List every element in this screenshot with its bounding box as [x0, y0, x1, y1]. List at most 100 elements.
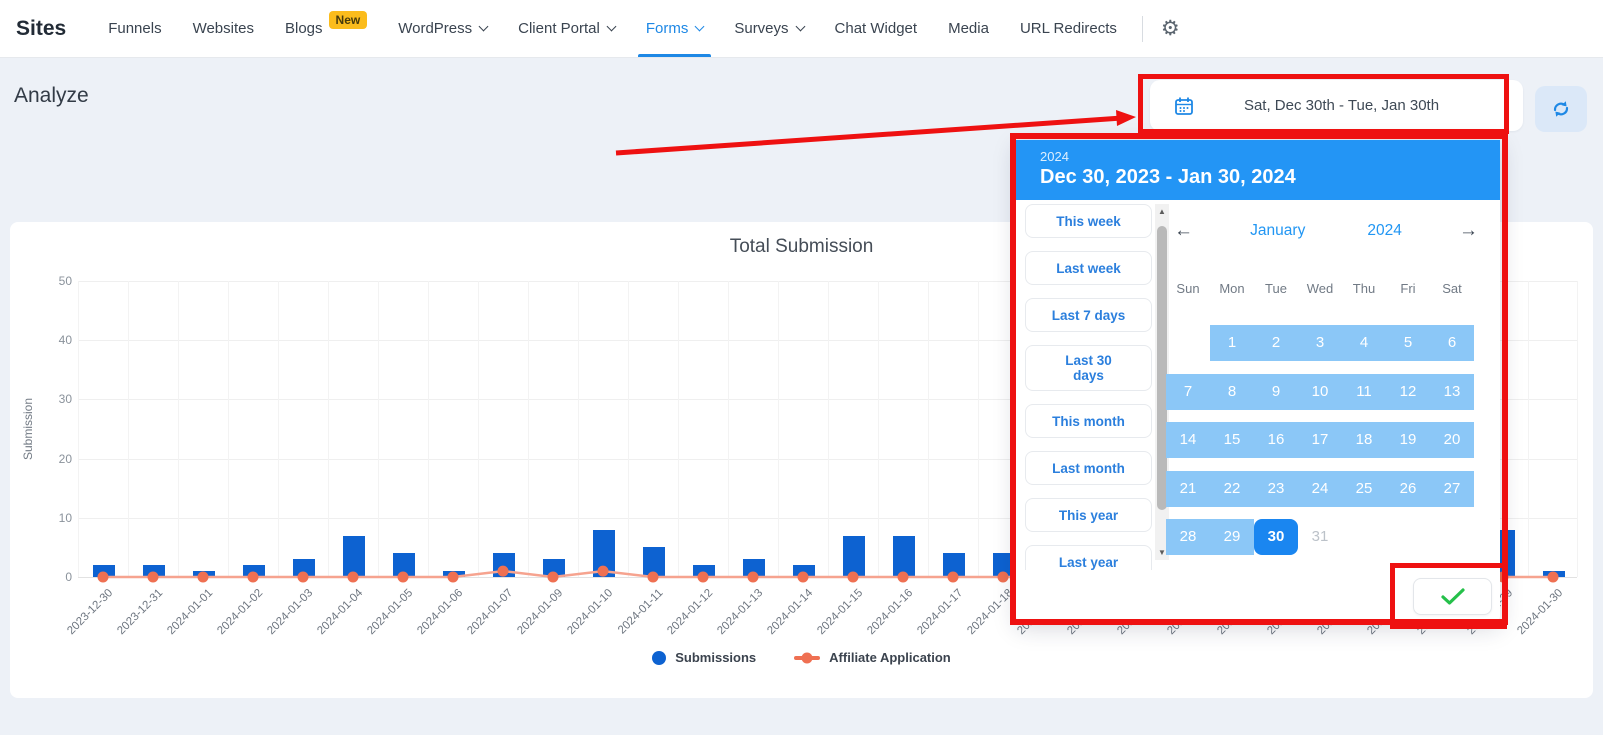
calendar-week-row: 28293031: [1166, 519, 1474, 555]
weekday-label: Thu: [1342, 281, 1386, 296]
calendar-day[interactable]: 6: [1430, 325, 1474, 361]
scroll-up-icon[interactable]: ▲: [1155, 207, 1169, 216]
calendar-day[interactable]: 27: [1430, 471, 1474, 507]
preset-this-year[interactable]: This year: [1025, 498, 1152, 532]
x-tick-label: 2024-01-05: [365, 587, 415, 637]
x-tick-label: 2024-01-10: [565, 587, 615, 637]
nav-item-websites[interactable]: Websites: [193, 0, 254, 57]
line-point: [848, 572, 859, 583]
date-range-label: Sat, Dec 30th - Tue, Jan 30th: [1194, 97, 1523, 114]
preset-label: This month: [1052, 414, 1125, 429]
calendar-day[interactable]: 11: [1342, 374, 1386, 410]
preset-this-week[interactable]: This week: [1025, 204, 1152, 238]
calendar-day[interactable]: 4: [1342, 325, 1386, 361]
legend-item-submissions[interactable]: Submissions: [652, 650, 756, 665]
calendar-day[interactable]: 18: [1342, 422, 1386, 458]
refresh-button[interactable]: [1535, 86, 1587, 132]
calendar-day[interactable]: 30: [1254, 519, 1298, 555]
previous-month-icon[interactable]: ←: [1174, 220, 1193, 242]
nav-item-url-redirects[interactable]: URL Redirects: [1020, 0, 1117, 57]
y-tick-label: 0: [36, 570, 72, 584]
calendar-cell-empty: [1166, 325, 1210, 361]
calendar-day[interactable]: 9: [1254, 374, 1298, 410]
nav-item-funnels[interactable]: Funnels: [108, 0, 161, 57]
calendar-day[interactable]: 19: [1386, 422, 1430, 458]
year-select[interactable]: 2024: [1367, 222, 1401, 240]
nav-item-blogs[interactable]: BlogsNew: [285, 0, 367, 57]
calendar-day[interactable]: 26: [1386, 471, 1430, 507]
scrollbar-thumb[interactable]: [1157, 226, 1167, 510]
chevron-down-icon: [795, 22, 805, 32]
preset-label: Last week: [1056, 261, 1121, 276]
y-tick-label: 10: [36, 511, 72, 525]
x-tick-label: 2024-01-07: [465, 587, 515, 637]
calendar-day[interactable]: 5: [1386, 325, 1430, 361]
gear-icon[interactable]: ⚙: [1153, 12, 1188, 45]
weekday-label: Tue: [1254, 281, 1298, 296]
preset-last-7-days[interactable]: Last 7 days: [1025, 298, 1152, 332]
calendar-day[interactable]: 14: [1166, 422, 1210, 458]
new-badge: New: [329, 11, 368, 29]
month-select[interactable]: January: [1250, 222, 1305, 240]
calendar-day[interactable]: 28: [1166, 519, 1210, 555]
calendar-day[interactable]: 3: [1298, 325, 1342, 361]
preset-last-week[interactable]: Last week: [1025, 251, 1152, 285]
calendar-day[interactable]: 29: [1210, 519, 1254, 555]
preset-this-month[interactable]: This month: [1025, 404, 1152, 438]
refresh-icon: [1549, 97, 1573, 121]
weekday-label: Fri: [1386, 281, 1430, 296]
calendar-day[interactable]: 25: [1342, 471, 1386, 507]
calendar-day[interactable]: 10: [1298, 374, 1342, 410]
calendar-day[interactable]: 23: [1254, 471, 1298, 507]
line-point: [498, 566, 509, 577]
line-point: [298, 572, 309, 583]
preset-last-month[interactable]: Last month: [1025, 451, 1152, 485]
calendar-day[interactable]: 7: [1166, 374, 1210, 410]
weekday-label: Mon: [1210, 281, 1254, 296]
line-point: [348, 572, 359, 583]
nav-item-label: Forms: [646, 20, 689, 37]
nav-item-wordpress[interactable]: WordPress: [398, 0, 487, 57]
x-tick-label: 2023-12-30: [65, 587, 115, 637]
chart-legend: Submissions Affiliate Application: [10, 650, 1593, 665]
legend-item-affiliate-application[interactable]: Affiliate Application: [794, 650, 951, 665]
x-tick-label: 2024-01-01: [165, 587, 215, 637]
calendar-day[interactable]: 24: [1298, 471, 1342, 507]
x-tick-label: 2024-01-04: [315, 587, 365, 637]
calendar-day[interactable]: 20: [1430, 422, 1474, 458]
nav-item-surveys[interactable]: Surveys: [734, 0, 803, 57]
nav-item-media[interactable]: Media: [948, 0, 989, 57]
preset-last-30-days[interactable]: Last 30 days: [1025, 345, 1152, 391]
calendar-day[interactable]: 22: [1210, 471, 1254, 507]
nav-item-forms[interactable]: Forms: [646, 0, 704, 57]
nav-item-chat-widget[interactable]: Chat Widget: [835, 0, 918, 57]
calendar-week-row: 14151617181920: [1166, 422, 1474, 458]
y-tick-label: 50: [36, 274, 72, 288]
calendar-day[interactable]: 1: [1210, 325, 1254, 361]
chevron-down-icon: [695, 22, 705, 32]
preset-last-year[interactable]: Last year: [1025, 545, 1152, 570]
calendar-day[interactable]: 17: [1298, 422, 1342, 458]
preset-label: Last year: [1059, 555, 1118, 570]
next-month-icon[interactable]: →: [1459, 220, 1478, 242]
preset-list: This week Last week Last 7 days Last 30 day…: [1025, 204, 1153, 570]
nav-item-client-portal[interactable]: Client Portal: [518, 0, 615, 57]
calendar-day[interactable]: 21: [1166, 471, 1210, 507]
calendar-day[interactable]: 13: [1430, 374, 1474, 410]
x-tick-label: 2024-01-18: [965, 587, 1015, 637]
date-range-button[interactable]: Sat, Dec 30th - Tue, Jan 30th: [1150, 80, 1523, 131]
calendar-day[interactable]: 15: [1210, 422, 1254, 458]
y-tick-label: 30: [36, 392, 72, 406]
chart-y-axis-label: Submission: [21, 389, 35, 469]
line-point: [948, 572, 959, 583]
calendar-week-row: 123456: [1166, 325, 1474, 361]
calendar-day[interactable]: 16: [1254, 422, 1298, 458]
calendar-day[interactable]: 31: [1298, 519, 1342, 555]
calendar-day[interactable]: 8: [1210, 374, 1254, 410]
x-tick-label: 2024-01-16: [865, 587, 915, 637]
calendar-day[interactable]: 2: [1254, 325, 1298, 361]
line-point: [648, 572, 659, 583]
calendar-day[interactable]: 12: [1386, 374, 1430, 410]
apply-date-button[interactable]: [1413, 578, 1492, 615]
y-tick-label: 40: [36, 333, 72, 347]
